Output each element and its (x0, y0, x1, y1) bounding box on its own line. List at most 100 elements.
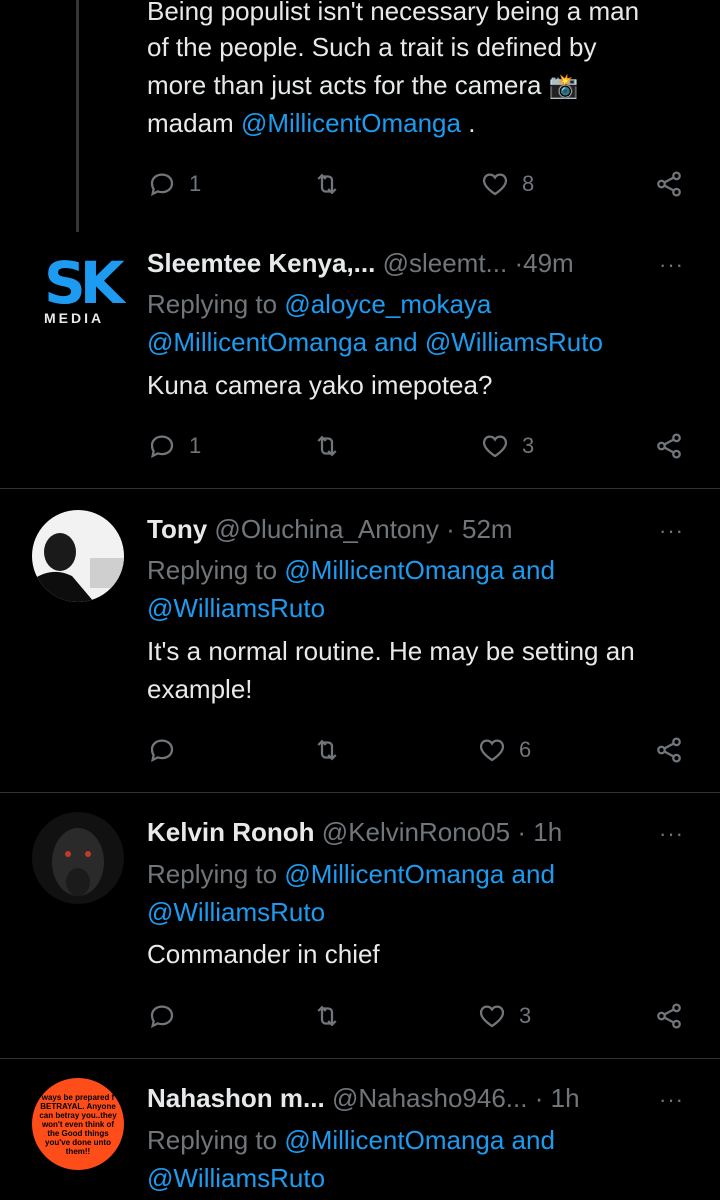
mention-link[interactable]: @MillicentOmanga and (284, 555, 555, 585)
display-name[interactable]: Tony (147, 514, 207, 544)
tweet-text-line: madam @MillicentOmanga . (147, 104, 475, 142)
replying-to-label: Replying to (147, 289, 278, 319)
divider (0, 488, 720, 489)
timestamp[interactable]: 49m (523, 248, 574, 278)
replying-to: Replying to @MillicentOmanga and (147, 855, 555, 893)
tweet-text-fragment: more than just acts for the camera (147, 70, 542, 100)
replying-to-label: Replying to (147, 859, 278, 889)
share-button[interactable] (654, 996, 684, 1036)
user-handle[interactable]: @sleemt... (383, 248, 508, 278)
tweet-actions: 3 (147, 996, 687, 1036)
avatar[interactable]: ways be prepared f BETRAYAL. Anyone can … (32, 1078, 124, 1170)
heart-icon (482, 435, 508, 458)
like-button[interactable]: 3 (477, 996, 531, 1036)
more-options-icon[interactable]: ··· (659, 821, 684, 847)
retweet-button[interactable] (312, 996, 342, 1036)
like-count: 6 (519, 737, 532, 762)
retweet-icon (317, 1005, 337, 1027)
tweet-text-line: more than just acts for the camera 📸 (147, 66, 579, 106)
retweet-icon (317, 173, 337, 195)
separator: · (446, 514, 455, 544)
mention-link[interactable]: @MillicentOmanga and (284, 859, 555, 889)
more-options-icon[interactable]: ··· (659, 518, 684, 544)
avatar-photo (32, 812, 124, 904)
like-button[interactable]: 6 (477, 730, 531, 770)
retweet-button[interactable] (312, 730, 342, 770)
share-button[interactable] (654, 730, 684, 770)
avatar[interactable] (32, 510, 124, 602)
replying-to: Replying to @MillicentOmanga and (147, 551, 555, 589)
heart-icon (479, 1005, 505, 1028)
more-options-icon[interactable]: ··· (659, 1087, 684, 1113)
display-name[interactable]: Sleemtee Kenya,... (147, 248, 375, 278)
reply-button[interactable] (147, 996, 189, 1036)
share-button[interactable] (654, 164, 684, 204)
tweet-text-fragment: madam (147, 108, 234, 138)
avatar[interactable] (32, 812, 124, 904)
divider (0, 792, 720, 793)
tweet-text-line: Commander in chief (147, 939, 380, 969)
separator: · (514, 248, 524, 278)
tweet-header: Nahashon m... @Nahasho946... · 1h (147, 1081, 580, 1115)
retweet-icon (317, 739, 337, 761)
reply-button[interactable]: 1 (147, 164, 201, 204)
share-icon (657, 171, 681, 197)
reply-icon (150, 435, 174, 459)
like-button[interactable]: 3 (480, 426, 534, 466)
share-icon (657, 1003, 681, 1029)
mention-link[interactable]: @WilliamsRuto (147, 589, 325, 627)
separator: · (517, 817, 526, 847)
replying-to: Replying to @MillicentOmanga and (147, 1121, 555, 1159)
tweet-text-line: example! (147, 674, 253, 704)
user-handle[interactable]: @Oluchina_Antony (214, 514, 438, 544)
mention-link[interactable]: @WilliamsRuto (147, 893, 325, 931)
timestamp[interactable]: 1h (551, 1083, 580, 1113)
tweet-header: Kelvin Ronoh @KelvinRono05 · 1h (147, 815, 562, 849)
retweet-button[interactable] (312, 164, 342, 204)
reply-button[interactable]: 1 (147, 426, 201, 466)
share-icon (657, 737, 681, 763)
mention-link[interactable]: @MillicentOmanga and (284, 1125, 555, 1155)
like-count: 3 (522, 433, 535, 458)
tweet-actions: 6 (147, 730, 687, 770)
reply-icon (150, 739, 174, 763)
heart-icon (479, 739, 505, 762)
avatar-logo-letters: SK (44, 249, 125, 317)
thread-connector-line (76, 0, 79, 232)
replying-to-label: Replying to (147, 1125, 278, 1155)
like-button[interactable]: 8 (480, 164, 534, 204)
retweet-icon (317, 435, 337, 457)
avatar[interactable]: SK MEDIA (44, 249, 125, 326)
reply-button[interactable] (147, 730, 189, 770)
tweet-text-line: It's a normal routine. He may be setting… (147, 636, 635, 666)
tweet-text-line: of the people. Such a trait is defined b… (147, 32, 597, 62)
timestamp[interactable]: 52m (462, 514, 513, 544)
tweet-text-line: Kuna camera yako imepotea? (147, 370, 493, 400)
heart-icon (482, 173, 508, 196)
mention-link[interactable]: @MillicentOmanga and @WilliamsRuto (147, 323, 603, 361)
more-options-icon[interactable]: ··· (659, 252, 684, 278)
divider (0, 1058, 720, 1059)
tweet-actions: 1 8 (147, 164, 687, 204)
camera-emoji-icon: 📸 (548, 73, 579, 100)
timestamp[interactable]: 1h (533, 817, 562, 847)
share-button[interactable] (654, 426, 684, 466)
display-name[interactable]: Kelvin Ronoh (147, 817, 315, 847)
reply-icon (150, 1005, 174, 1029)
retweet-button[interactable] (312, 426, 342, 466)
mention-link[interactable]: @WilliamsRuto (147, 1159, 325, 1197)
display-name[interactable]: Nahashon m... (147, 1083, 325, 1113)
tweet-text-line: Being populist isn't necessary being a m… (147, 0, 640, 26)
reply-icon (150, 173, 174, 197)
tweet-actions: 1 3 (147, 426, 687, 466)
mention-link[interactable]: @MillicentOmanga (241, 108, 461, 138)
reply-count: 1 (189, 433, 202, 458)
user-handle[interactable]: @KelvinRono05 (322, 817, 510, 847)
reply-count: 1 (189, 171, 202, 196)
like-count: 3 (519, 1003, 532, 1028)
mention-link[interactable]: @aloyce_mokaya (284, 289, 491, 319)
replying-to-label: Replying to (147, 555, 278, 585)
user-handle[interactable]: @Nahasho946... (332, 1083, 528, 1113)
replying-to: Replying to @aloyce_mokaya (147, 285, 491, 323)
tweet-text-fragment: . (468, 108, 476, 138)
